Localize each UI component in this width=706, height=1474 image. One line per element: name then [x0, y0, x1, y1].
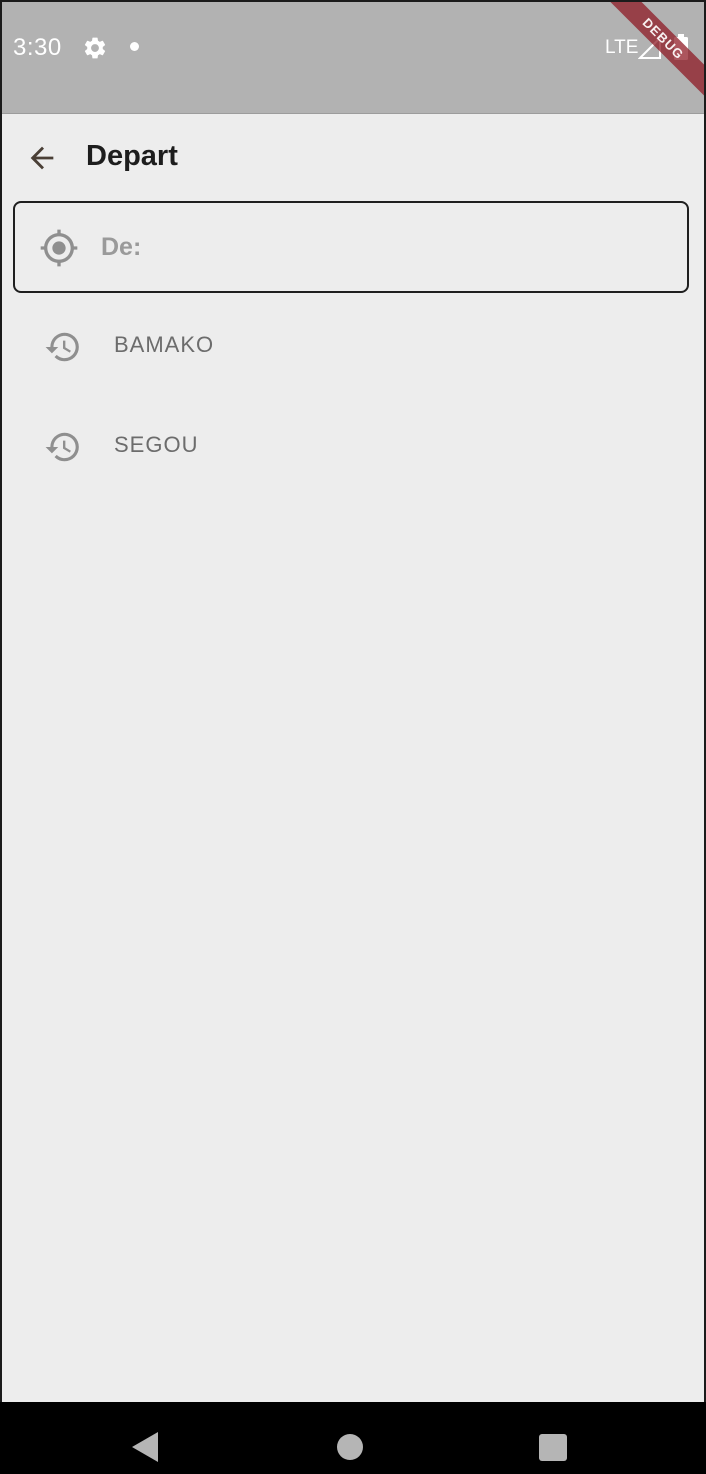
my-location-icon[interactable] [39, 228, 79, 268]
departure-search-field[interactable] [13, 201, 689, 293]
status-bar: 3:30 LTE DEBUG [2, 2, 704, 114]
history-list: BAMAKO SEGOU [2, 294, 704, 494]
system-nav-bar [0, 1402, 706, 1474]
network-type: LTE [605, 37, 639, 58]
departure-input[interactable] [101, 225, 661, 269]
nav-back-icon[interactable] [130, 1430, 160, 1464]
history-item-bamako[interactable]: BAMAKO [2, 294, 704, 394]
history-icon [45, 432, 79, 462]
history-item-label: BAMAKO [114, 332, 215, 357]
page-title: Depart [86, 140, 178, 172]
arrow-back-icon [30, 146, 54, 170]
gear-icon [84, 37, 106, 59]
history-item-label: SEGOU [114, 432, 199, 457]
status-time: 3:30 [13, 34, 62, 61]
nav-recents-icon[interactable] [539, 1434, 567, 1461]
nav-home-icon[interactable] [337, 1434, 363, 1460]
history-icon [45, 332, 79, 362]
back-button[interactable] [20, 136, 64, 180]
notification-dot-icon [130, 42, 139, 51]
phone-screen: 3:30 LTE DEBUG Depart De: BAMAKO SEGOU [0, 0, 706, 1474]
history-item-segou[interactable]: SEGOU [2, 394, 704, 494]
app-bar: Depart [2, 114, 704, 202]
